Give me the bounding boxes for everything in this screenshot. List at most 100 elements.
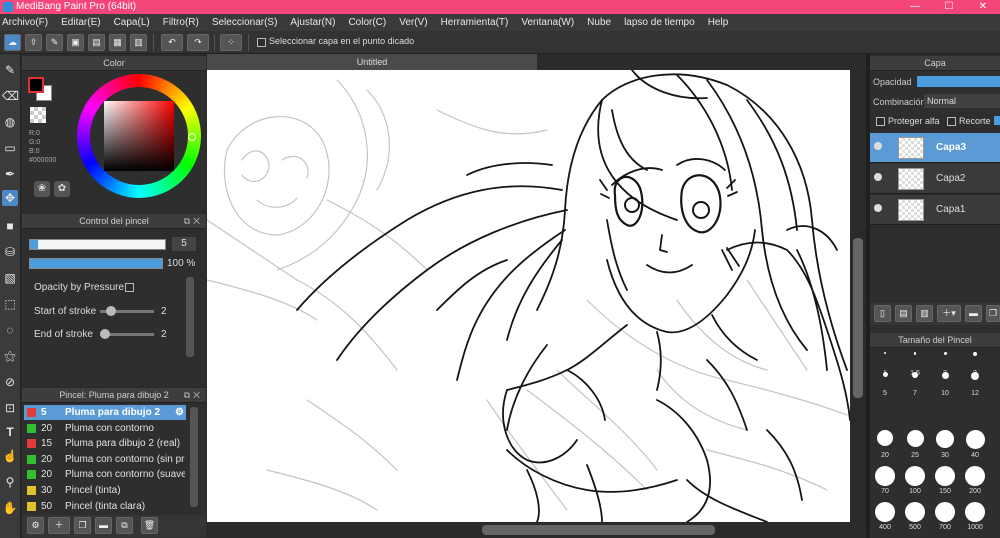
new-layer-icon[interactable]: ▯: [874, 305, 891, 322]
pen-tool-icon[interactable]: ✒: [2, 166, 18, 182]
blend-mode-select[interactable]: Normal: [924, 94, 1000, 108]
layer-folder-icon[interactable]: ▬: [965, 305, 982, 322]
select-eraser-tool-icon[interactable]: ⊡: [2, 400, 18, 416]
palette-icon[interactable]: ❀: [34, 181, 50, 197]
redo-icon[interactable]: ↷: [187, 34, 209, 51]
brush-size-dot[interactable]: [965, 502, 985, 522]
gradient-tool-icon[interactable]: ▧: [2, 270, 18, 286]
size-slider[interactable]: [29, 239, 166, 250]
select-layer-checkbox[interactable]: [257, 38, 266, 47]
brush-add-icon[interactable]: ⚙: [27, 517, 44, 534]
undo-icon[interactable]: ↶: [161, 34, 183, 51]
brush-size-dot[interactable]: [941, 372, 949, 379]
menu-ajustar[interactable]: Ajustar(N): [290, 17, 335, 28]
brush-size-dot[interactable]: [912, 372, 918, 378]
end-stroke-slider[interactable]: [100, 329, 154, 339]
select-pen-tool-icon[interactable]: ⊘: [2, 374, 18, 390]
brush-size-dot[interactable]: [943, 352, 947, 355]
brush-size-dot[interactable]: [875, 466, 895, 486]
protect-alpha-checkbox[interactable]: [876, 117, 885, 126]
brush-size-dot[interactable]: [882, 372, 888, 377]
menu-color[interactable]: Color(C): [348, 17, 386, 28]
transparent-color-swatch[interactable]: [30, 107, 46, 123]
eyedropper-tool-icon[interactable]: ⚲: [2, 474, 18, 490]
brush-size-dot[interactable]: [913, 352, 917, 355]
brush-size-dot[interactable]: [884, 352, 886, 354]
fill-rect-tool-icon[interactable]: ■: [2, 218, 18, 234]
brush-item[interactable]: 50 Pincel (tinta clara): [24, 499, 186, 514]
hand-tool-icon[interactable]: ✋: [2, 500, 18, 516]
rect-tool-icon[interactable]: ▭: [2, 140, 18, 156]
layer-row[interactable]: Capa3: [870, 133, 1000, 163]
menu-ver[interactable]: Ver(V): [399, 17, 427, 28]
color-wheel[interactable]: [77, 74, 201, 198]
operation-tool-icon[interactable]: ☝: [2, 448, 18, 464]
brush-size-dot[interactable]: [936, 430, 954, 448]
horizontal-scrollbar[interactable]: [207, 522, 850, 538]
layer-visibility-icon[interactable]: [874, 173, 882, 181]
vertical-scroll-thumb[interactable]: [853, 238, 863, 398]
panel-icon[interactable]: ▥: [130, 34, 147, 51]
menu-editar[interactable]: Editar(E): [61, 17, 100, 28]
blur-tool-icon[interactable]: ◍: [2, 114, 18, 130]
select-dotted-icon[interactable]: ⁘: [220, 34, 242, 51]
menu-herramienta[interactable]: Herramienta(T): [441, 17, 509, 28]
brush-tool-icon[interactable]: ✎: [2, 62, 18, 78]
panel-float-icon[interactable]: ⧉✕: [184, 214, 203, 229]
maximize-button[interactable]: ☐: [932, 0, 966, 14]
size-value[interactable]: 5: [172, 237, 196, 251]
magic-wand-tool-icon[interactable]: ⚝: [2, 348, 18, 364]
panel-float-icon[interactable]: ⧉✕: [184, 388, 203, 403]
layer-visibility-icon[interactable]: [874, 142, 882, 150]
minimize-button[interactable]: —: [898, 0, 932, 14]
layer-duplicate-icon[interactable]: ❐: [986, 305, 1000, 322]
menu-nube[interactable]: Nube: [587, 17, 611, 28]
horizontal-scroll-thumb[interactable]: [482, 525, 715, 535]
clip-checkbox[interactable]: [947, 117, 956, 126]
menu-ventana[interactable]: Ventana(W): [521, 17, 574, 28]
brush-copy-icon[interactable]: ❐: [74, 517, 91, 534]
text-tool-icon[interactable]: T: [2, 424, 18, 440]
brush-item[interactable]: 20 Pluma con contorno (sin pres: [24, 452, 186, 467]
move-tool-icon[interactable]: ✥: [2, 190, 18, 206]
add-layer-menu-icon[interactable]: ＋▾: [937, 305, 961, 322]
brush-size-dot[interactable]: [905, 502, 925, 522]
menu-seleccionar[interactable]: Seleccionar(S): [212, 17, 278, 28]
menu-archivo[interactable]: Archivo(F): [2, 17, 48, 28]
layer-row[interactable]: Capa1: [870, 195, 1000, 225]
cloud-icon[interactable]: ☁: [4, 34, 21, 51]
export-icon[interactable]: ⇪: [25, 34, 42, 51]
brush-delete-icon[interactable]: 🗑: [141, 517, 158, 534]
brush-size-dot[interactable]: [875, 502, 895, 522]
select-rect-tool-icon[interactable]: ⬚: [2, 296, 18, 312]
document-icon[interactable]: ▤: [88, 34, 105, 51]
document-tab[interactable]: Untitled: [207, 54, 537, 70]
menu-filtro[interactable]: Filtro(R): [163, 17, 199, 28]
brush-settings-icon[interactable]: ⚙: [175, 405, 184, 420]
brush-size-dot[interactable]: [906, 430, 924, 447]
brush-size-dot[interactable]: [973, 352, 977, 356]
menu-lapso[interactable]: lapso de tiempo: [624, 17, 695, 28]
new-8bit-layer-icon[interactable]: ▥: [916, 305, 933, 322]
comment-icon[interactable]: ✎: [46, 34, 63, 51]
menu-capa[interactable]: Capa(L): [114, 17, 150, 28]
hue-marker[interactable]: [188, 133, 196, 141]
bucket-tool-icon[interactable]: ⛁: [2, 244, 18, 260]
close-button[interactable]: ✕: [966, 0, 1000, 14]
foreground-color-swatch[interactable]: [28, 77, 44, 93]
eraser-tool-icon[interactable]: ⌫: [2, 88, 19, 104]
layer-opacity-slider[interactable]: [917, 76, 1000, 87]
menu-help[interactable]: Help: [708, 17, 729, 28]
new-halftone-layer-icon[interactable]: ▤: [895, 305, 912, 322]
layer-row[interactable]: Capa2: [870, 164, 1000, 194]
brush-duplicate-icon[interactable]: ⧉: [116, 517, 133, 534]
saturation-value-square[interactable]: [104, 101, 174, 171]
brush-new-icon[interactable]: ＋: [48, 517, 70, 534]
brush-item[interactable]: 5 Pluma para dibujo 2 ⚙: [24, 405, 186, 420]
brush-size-dot[interactable]: [905, 466, 925, 486]
grid-icon[interactable]: ▦: [109, 34, 126, 51]
palette-alt-icon[interactable]: ✿: [54, 181, 70, 197]
brush-size-dot[interactable]: [971, 372, 979, 380]
canvas-icon[interactable]: ▣: [67, 34, 84, 51]
drawing-canvas[interactable]: [207, 70, 850, 522]
